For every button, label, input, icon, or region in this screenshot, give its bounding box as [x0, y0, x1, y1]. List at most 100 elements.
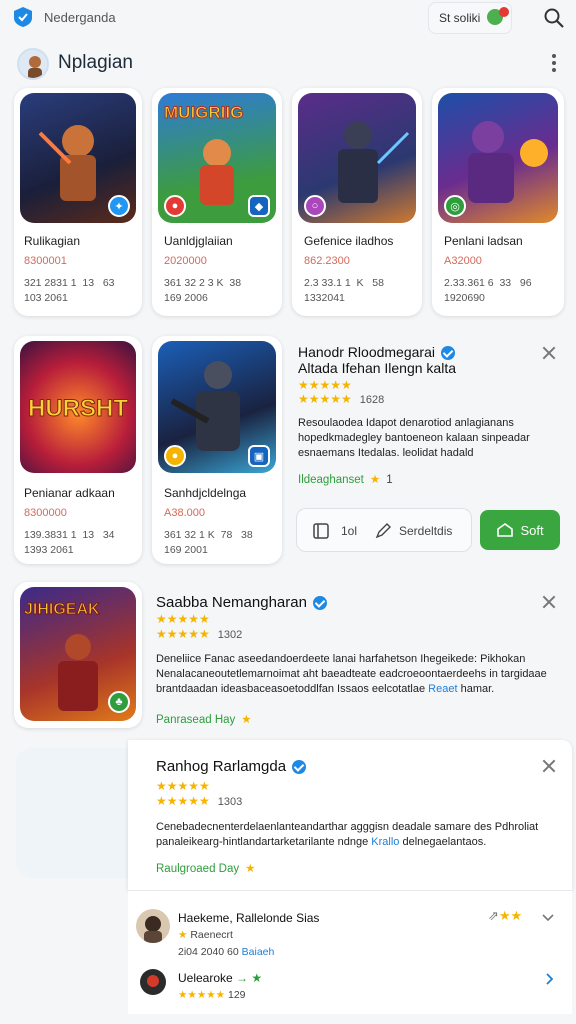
- game-meta: 2.3 33.1 1 K 58 1332041: [304, 277, 384, 304]
- verified-icon: [312, 596, 327, 611]
- page-title: Nplagian: [58, 52, 133, 73]
- commenter-avatar[interactable]: [140, 969, 166, 995]
- detail-title: Hanodr Rloodmegarai Altada Ifehan Ilengn…: [298, 344, 456, 376]
- game-title: Penianar adkaan: [24, 486, 115, 500]
- app-name: Nederganda: [44, 10, 116, 25]
- platform-badge-icon: ●: [164, 195, 186, 217]
- platform-badge-icon: ▣: [248, 445, 270, 467]
- top-bar: Nederganda St soliki: [0, 0, 576, 36]
- game-thumbnail: HURSHT: [20, 341, 136, 473]
- comments-section: Haekeme, Rallelonde Sias ★ Raenecrt 2i04…: [128, 890, 572, 1014]
- rating-stars-row: ★★★★★ 1302: [156, 627, 243, 641]
- platform-badge-icon: ◆: [248, 195, 270, 217]
- platform-badge-icon: ●: [164, 445, 186, 467]
- pencil-icon: [375, 523, 391, 539]
- rating-count: 1628: [359, 394, 385, 406]
- game-subtitle: 8300001: [24, 255, 67, 267]
- app-logo-icon[interactable]: [12, 6, 34, 28]
- thumbnail-title-art: HURSHT: [28, 395, 129, 423]
- detail-tag: Panrasead Hay ★: [156, 714, 252, 726]
- platform-badge-icon: ♣: [108, 691, 130, 713]
- home-icon: [497, 523, 514, 537]
- game-title: Rulikagian: [24, 234, 81, 248]
- game-subtitle: 862.2300: [304, 255, 350, 267]
- game-subtitle: A38.000: [164, 507, 205, 519]
- detail-title: Saabba Nemangharan: [156, 594, 327, 611]
- game-thumbnail: ✦: [20, 93, 136, 223]
- search-icon[interactable]: [542, 6, 566, 30]
- close-icon[interactable]: [542, 759, 556, 773]
- game-card[interactable]: ○ Gefenice iladhos 862.2300 2.3 33.1 1 K…: [292, 88, 422, 316]
- account-pill-label: St soliki: [439, 11, 481, 25]
- game-thumbnail: MUIGRIIG ● ◆: [158, 93, 276, 223]
- game-title: Sanhdjcldelnga: [164, 486, 247, 500]
- comment-rating: ★★★★★ 129: [178, 989, 246, 1001]
- comment-author: Uelearoke → ★: [178, 971, 263, 985]
- secondary-actions: 1ol Serdeltdis: [296, 508, 472, 552]
- game-thumbnail: JIHIGEAK ♣: [20, 587, 136, 721]
- detail-description: Deneliice Fanac aseedandoerdeete lanai h…: [156, 653, 547, 695]
- game-card[interactable]: ● ▣ Sanhdjcldelnga A38.000 361 32 1 K 78…: [152, 336, 282, 564]
- install-label: 1ol: [341, 524, 358, 538]
- detail-tag: Raulgroaed Day ★: [156, 863, 256, 875]
- detail-description: Resoulaodea Idapot denarotiod anlagianan…: [298, 417, 530, 459]
- install-button[interactable]: 1ol: [313, 523, 357, 539]
- game-card[interactable]: MUIGRIIG ● ◆ Uanldjglaiian 2020000 361 3…: [152, 88, 282, 316]
- rating-stars: ★★★★★: [298, 378, 352, 392]
- description-link[interactable]: Krallo: [371, 836, 399, 848]
- rating-stars-row: ★★★★★ 1628: [298, 392, 385, 406]
- comment-link[interactable]: Baiaeh: [242, 946, 275, 958]
- close-icon[interactable]: [542, 595, 556, 609]
- comment-reaction-icons[interactable]: ⇗★★: [488, 908, 522, 924]
- game-card[interactable]: ✦ Rulikagian 8300001 321 2831 1 13 63 10…: [14, 88, 142, 316]
- detail-description: Cenebadecnenterdelaenlanteandarthar aggg…: [156, 821, 539, 848]
- game-meta: 2.33.361 6 33 96 1920690: [444, 277, 532, 304]
- game-thumbnail: ● ▣: [158, 341, 276, 473]
- game-card[interactable]: ◎ Penlani ladsan A32000 2.33.361 6 33 96…: [432, 88, 564, 316]
- game-meta: 361 32 1 K 78 38 169 2001: [164, 529, 253, 556]
- game-title: Penlani ladsan: [444, 234, 523, 248]
- platform-badge-icon: ✦: [108, 195, 130, 217]
- notification-dot-icon: [499, 7, 509, 17]
- game-title: Gefenice iladhos: [304, 234, 394, 248]
- profile-avatar[interactable]: [17, 48, 49, 80]
- game-meta: 361 32 2 3 K 38 169 2006: [164, 277, 242, 304]
- game-thumbnail: ◎: [438, 93, 558, 223]
- detail-title-line1: Hanodr Rloodmegarai: [298, 344, 435, 360]
- rating-stars: ★★★★★: [156, 612, 210, 626]
- game-thumbnail: ○: [298, 93, 416, 223]
- detail-title-line2: Altada Ifehan Ilengn kalta: [298, 360, 457, 377]
- rating-count: 1302: [217, 629, 243, 641]
- commenter-avatar[interactable]: [136, 909, 170, 943]
- close-icon[interactable]: [542, 346, 556, 360]
- share-button[interactable]: Serdeltdis: [375, 523, 452, 539]
- game-meta: 139.3831 1 13 34 1393 2061: [24, 529, 115, 556]
- primary-action-label: Soft: [520, 522, 544, 538]
- verified-icon: [292, 760, 307, 775]
- game-card[interactable]: JIHIGEAK ♣: [14, 582, 142, 728]
- comment-date: 2i04 2040 60 Baiaeh: [178, 946, 275, 958]
- chevron-right-icon[interactable]: [546, 973, 554, 985]
- description-link[interactable]: Reaet: [428, 683, 457, 695]
- game-card[interactable]: HURSHT Penianar adkaan 8300000 139.3831 …: [14, 336, 142, 564]
- share-icon[interactable]: ⇗: [488, 908, 499, 923]
- primary-action-button[interactable]: Soft: [480, 510, 560, 550]
- account-pill-button[interactable]: St soliki: [428, 2, 512, 34]
- rating-stars: ★★★★★: [156, 779, 210, 793]
- platform-badge-icon: ○: [304, 195, 326, 217]
- detail-tag: Ildeaghanset ★ 1: [298, 474, 393, 486]
- platform-badge-icon: ◎: [444, 195, 466, 217]
- game-subtitle: 2020000: [164, 255, 207, 267]
- share-label: Serdeltdis: [399, 524, 453, 538]
- device-icon: [313, 523, 329, 539]
- more-options-icon[interactable]: [548, 52, 560, 74]
- placeholder-thumbnail: [16, 748, 140, 878]
- game-subtitle: A32000: [444, 255, 482, 267]
- game-title: Uanldjglaiian: [164, 234, 233, 248]
- rating-count: 1303: [217, 796, 243, 808]
- verified-icon: [440, 346, 455, 361]
- game-meta: 321 2831 1 13 63 103 2061: [24, 277, 115, 304]
- chevron-down-icon[interactable]: [542, 913, 554, 923]
- detail-title: Ranhog Rarlamgda: [156, 758, 307, 775]
- comment-subline: ★ Raenecrt: [178, 929, 233, 941]
